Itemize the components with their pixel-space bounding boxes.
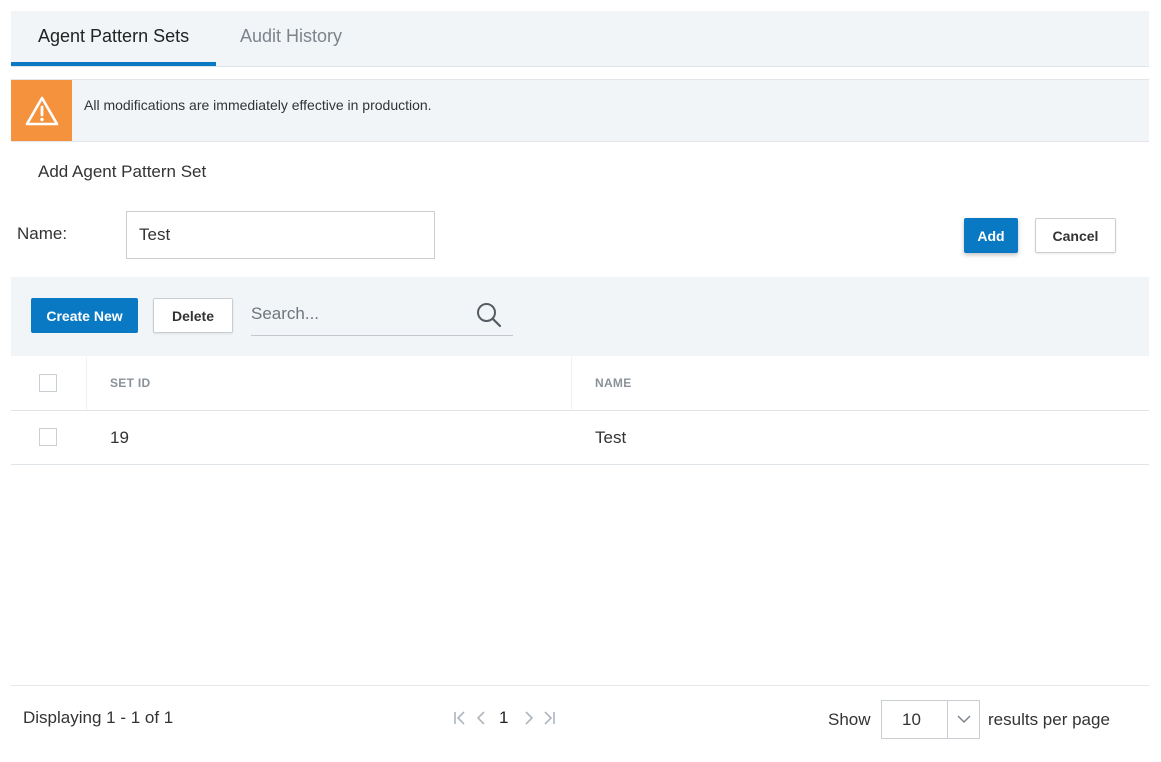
column-header-set-id[interactable]: SET ID (110, 357, 150, 410)
warning-banner: All modifications are immediately effect… (11, 79, 1149, 142)
column-divider (571, 357, 572, 410)
search-icon[interactable] (475, 301, 503, 329)
results-per-page-select[interactable]: 10 (881, 700, 980, 739)
table-header: SET ID NAME (11, 357, 1149, 411)
select-all-checkbox[interactable] (39, 374, 57, 392)
banner-message: All modifications are immediately effect… (84, 97, 432, 113)
select-divider (947, 701, 948, 738)
search-box (251, 295, 513, 336)
footer-divider (11, 685, 1149, 686)
chevron-down-icon[interactable] (955, 711, 973, 727)
page-number[interactable]: 1 (499, 708, 508, 728)
displaying-count: Displaying 1 - 1 of 1 (23, 708, 174, 727)
create-new-button[interactable]: Create New (31, 298, 138, 333)
first-page-icon[interactable] (453, 708, 467, 728)
row-checkbox[interactable] (39, 428, 57, 446)
last-page-icon[interactable] (542, 708, 556, 728)
prev-page-icon[interactable] (474, 708, 488, 728)
name-label: Name: (17, 224, 68, 243)
tab-agent-pattern-sets[interactable]: Agent Pattern Sets (11, 11, 217, 66)
tab-audit-history[interactable]: Audit History (213, 11, 369, 66)
column-divider (86, 357, 87, 410)
results-per-page-value: 10 (902, 710, 921, 729)
tab-bar: Agent Pattern Sets Audit History (11, 11, 1149, 67)
search-input[interactable] (251, 295, 471, 333)
add-button[interactable]: Add (964, 218, 1018, 253)
show-label: Show (828, 710, 871, 729)
cell-name: Test (595, 428, 627, 447)
table-toolbar: Create New Delete (11, 277, 1149, 356)
results-per-page-label: results per page (988, 710, 1110, 729)
next-page-icon[interactable] (522, 708, 536, 728)
form-title: Add Agent Pattern Set (38, 162, 207, 181)
warning-icon (11, 80, 72, 141)
table-row[interactable]: 19 Test (11, 411, 1149, 465)
column-header-name[interactable]: NAME (595, 357, 632, 410)
delete-button[interactable]: Delete (153, 298, 233, 333)
cell-set-id: 19 (110, 428, 129, 447)
name-input[interactable] (126, 211, 435, 259)
cancel-button[interactable]: Cancel (1035, 218, 1116, 253)
